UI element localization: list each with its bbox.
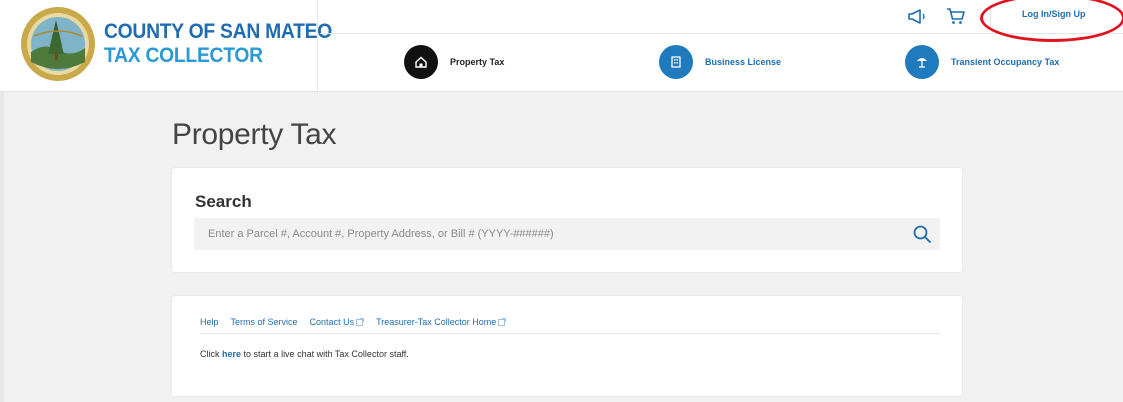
live-chat-link[interactable]: here [222, 349, 241, 359]
nav-transient-occupancy-tax[interactable]: Transient Occupancy Tax [905, 44, 1059, 80]
nav-business-license-label: Business License [705, 57, 782, 67]
live-chat-text: Click here to start a live chat with Tax… [200, 349, 409, 359]
footer-link-treasurer-home-label: Treasurer-Tax Collector Home [376, 317, 497, 327]
footer-card: Help Terms of Service Contact Us Treasur… [172, 296, 962, 396]
scroll-edge [0, 92, 4, 402]
brand-area[interactable]: COUNTY OF SAN MATEO TAX COLLECTOR [0, 0, 332, 92]
chat-suffix: to start a live chat with Tax Collector … [243, 349, 409, 359]
footer-link-treasurer-home[interactable]: Treasurer-Tax Collector Home [376, 317, 507, 327]
search-card: Search [172, 168, 962, 272]
chat-prefix: Click [200, 349, 220, 359]
megaphone-icon[interactable] [906, 5, 928, 27]
brand-subtitle: TAX COLLECTOR [104, 44, 263, 67]
umbrella-icon [905, 45, 939, 79]
footer-link-contact[interactable]: Contact Us [310, 317, 365, 327]
footer-divider [200, 333, 940, 334]
search-input[interactable] [194, 218, 904, 250]
login-signup-link[interactable]: Log In/Sign Up [1022, 9, 1086, 19]
external-link-icon [498, 318, 507, 326]
footer-link-contact-label: Contact Us [309, 317, 355, 327]
external-link-icon [356, 318, 364, 326]
search-icon[interactable] [912, 224, 932, 244]
site-header: COUNTY OF SAN MATEO TAX COLLECTOR Log In… [0, 0, 1123, 92]
page-title: Property Tax [172, 118, 337, 151]
cart-icon[interactable] [945, 5, 967, 27]
utility-bar [320, 0, 1123, 34]
footer-link-help-label: Help [200, 317, 219, 327]
home-icon [404, 45, 438, 79]
county-seal-icon [21, 7, 95, 81]
building-icon [659, 45, 693, 79]
footer-link-help[interactable]: Help [200, 317, 219, 327]
footer-link-terms-label: Terms of Service [230, 317, 298, 327]
nav-property-tax[interactable]: Property Tax [404, 44, 504, 80]
utility-divider [990, 6, 991, 28]
brand-title: COUNTY OF SAN MATEO [104, 20, 333, 43]
nav-business-license[interactable]: Business License [659, 44, 781, 80]
nav-transient-occupancy-tax-label: Transient Occupancy Tax [951, 57, 1060, 67]
search-box [194, 218, 940, 250]
nav-property-tax-label: Property Tax [450, 57, 505, 67]
footer-link-terms[interactable]: Terms of Service [231, 317, 298, 327]
search-heading: Search [195, 192, 252, 211]
footer-links: Help Terms of Service Contact Us Treasur… [200, 317, 507, 327]
